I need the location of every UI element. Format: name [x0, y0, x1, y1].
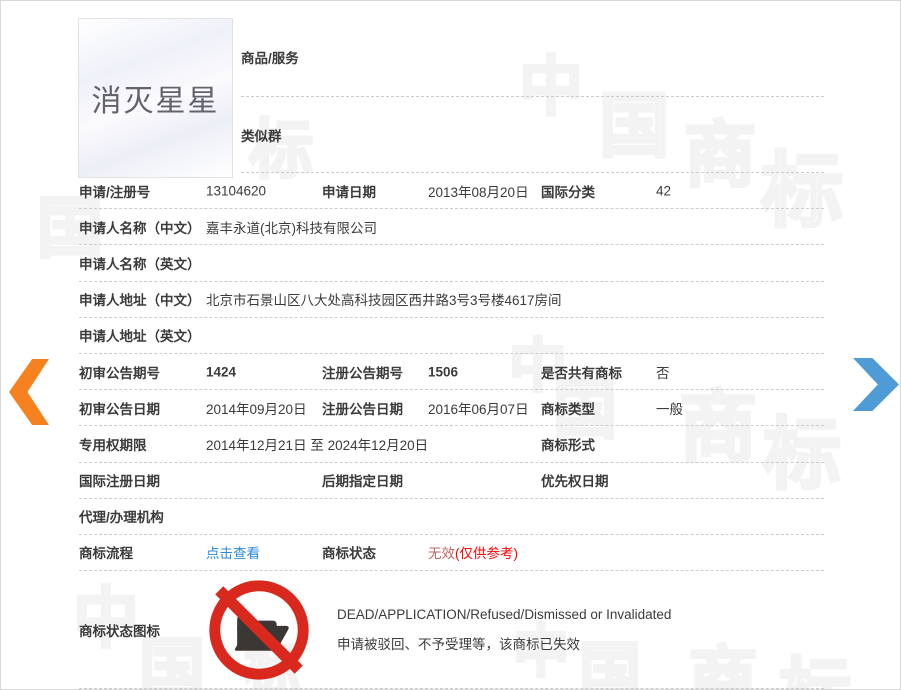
row-exclusive-period: 专用权期限 2014年12月21日 至 2024年12月20日 商标形式 [79, 426, 824, 462]
first-pub-no-label: 初审公告期号 [79, 362, 160, 382]
intl-class-label: 国际分类 [541, 181, 595, 201]
status-description-en: DEAD/APPLICATION/Refused/Dismissed or In… [337, 608, 671, 622]
shared-label: 是否共有商标 [541, 362, 622, 382]
row-applicant-address-cn: 申请人地址（中文） 北京市石景山区八大处高科技园区西井路3号3号楼4617房间 [79, 282, 824, 318]
trademark-image: 消灭星星 [78, 18, 233, 178]
process-view-link[interactable]: 点击查看 [206, 542, 260, 562]
first-pub-date-value: 2014年09月20日 [206, 398, 307, 418]
trademark-detail-page: 国标中国商标中国商标中国标中国商标 消灭星星 商品/服务 类似群 申请/注册号 … [0, 0, 901, 690]
invalid-folder-ban-icon [207, 578, 311, 682]
intl-class-value: 42 [656, 183, 671, 198]
reg-no-label: 申请/注册号 [79, 181, 150, 201]
addr-en-label: 申请人地址（英文） [79, 325, 201, 345]
row-publication-dates: 初审公告日期 2014年09月20日 注册公告日期 2016年06月07日 商标… [79, 390, 824, 426]
status-value: 无效 [428, 546, 455, 561]
first-pub-no-value: 1424 [206, 364, 236, 379]
reg-pub-date-label: 注册公告日期 [322, 398, 403, 418]
row-applicant-name-en: 申请人名称（英文） [79, 245, 824, 281]
first-pub-date-label: 初审公告日期 [79, 398, 160, 418]
priority-date-label: 优先权日期 [541, 470, 609, 490]
addr-cn-label: 申请人地址（中文） [79, 289, 201, 309]
row-applicant-address-en: 申请人地址（英文） [79, 318, 824, 354]
row-international-dates: 国际注册日期 后期指定日期 优先权日期 [79, 463, 824, 499]
row-agency: 代理/办理机构 [79, 499, 824, 535]
tm-type-value: 一般 [656, 398, 683, 418]
tm-form-label: 商标形式 [541, 434, 595, 454]
next-arrow-icon[interactable] [853, 358, 899, 411]
agency-label: 代理/办理机构 [79, 506, 164, 526]
similar-group-label: 类似群 [241, 125, 282, 145]
status-description: DEAD/APPLICATION/Refused/Dismissed or In… [337, 608, 671, 652]
process-label: 商标流程 [79, 542, 133, 562]
ban-folder-svg [207, 578, 311, 682]
app-date-label: 申请日期 [322, 181, 376, 201]
prev-arrow-icon[interactable] [9, 359, 49, 425]
status-description-cn: 申请被驳回、不予受理等，该商标已失效 [337, 638, 671, 652]
app-date-value: 2013年08月20日 [428, 181, 529, 201]
top-fields: 商品/服务 类似群 [241, 18, 824, 173]
shared-value: 否 [656, 362, 670, 382]
top-section: 消灭星星 商品/服务 类似群 [79, 18, 824, 173]
exclusive-period-value: 2014年12月21日 至 2024年12月20日 [206, 434, 428, 454]
row-publication-numbers: 初审公告期号 1424 注册公告期号 1506 是否共有商标 否 [79, 354, 824, 390]
trademark-detail-table: 消灭星星 商品/服务 类似群 申请/注册号 13104620 申请日期 2013… [79, 18, 824, 689]
later-desig-date-label: 后期指定日期 [322, 470, 403, 490]
goods-services-label: 商品/服务 [241, 47, 299, 67]
row-goods-services: 商品/服务 [241, 18, 824, 97]
row-status-icon: 商标状态图标 DEAD/APPLICATION/Refused/Dismisse… [79, 571, 824, 689]
status-note: (仅供参考) [455, 546, 518, 561]
reg-no-value: 13104620 [206, 183, 266, 198]
reg-pub-no-label: 注册公告期号 [322, 362, 403, 382]
status-icon-label: 商标状态图标 [79, 620, 160, 640]
reg-pub-date-value: 2016年06月07日 [428, 398, 529, 418]
row-similar-group: 类似群 [241, 97, 824, 173]
row-registration-number: 申请/注册号 13104620 申请日期 2013年08月20日 国际分类 42 [79, 173, 824, 209]
addr-cn-value: 北京市石景山区八大处高科技园区西井路3号3号楼4617房间 [206, 289, 562, 309]
row-process-status: 商标流程 点击查看 商标状态 无效(仅供参考) [79, 535, 824, 571]
row-applicant-name-cn: 申请人名称（中文） 嘉丰永道(北京)科技有限公司 [79, 209, 824, 245]
exclusive-period-label: 专用权期限 [79, 434, 147, 454]
applicant-en-label: 申请人名称（英文） [79, 253, 201, 273]
prohibition-sign [215, 585, 303, 673]
intl-reg-date-label: 国际注册日期 [79, 470, 160, 490]
trademark-image-text: 消灭星星 [92, 76, 220, 120]
applicant-cn-label: 申请人名称（中文） [79, 217, 201, 237]
tm-type-label: 商标类型 [541, 398, 595, 418]
status-label: 商标状态 [322, 542, 376, 562]
reg-pub-no-value: 1506 [428, 364, 458, 379]
applicant-cn-value: 嘉丰永道(北京)科技有限公司 [206, 217, 377, 237]
status-value-group: 无效(仅供参考) [428, 542, 518, 562]
